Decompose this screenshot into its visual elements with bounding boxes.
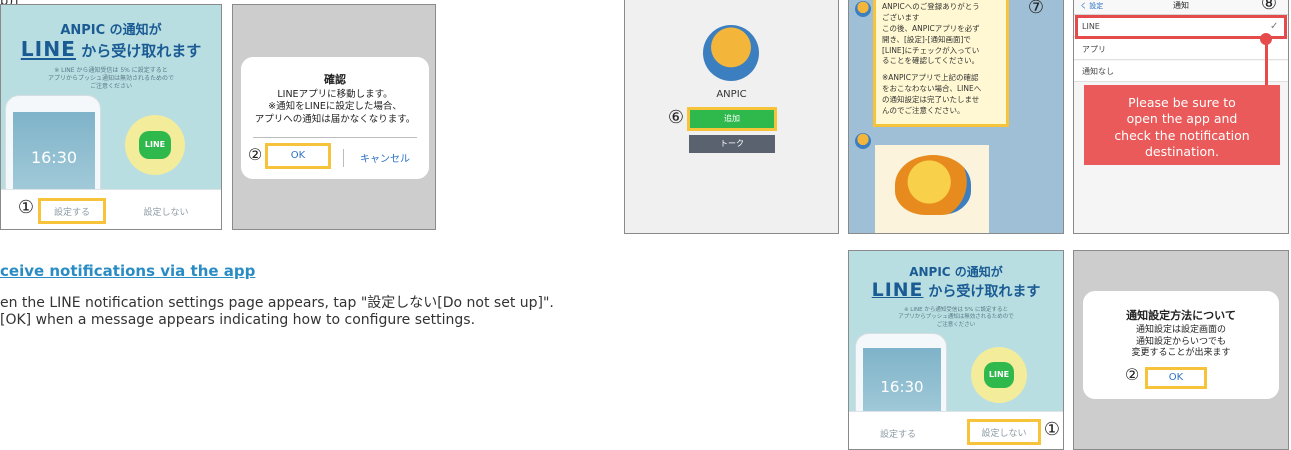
line-promo-screenshot: ANPIC の通知が LINE から受け取れます ※ LINE から通知受信は … <box>848 250 1064 450</box>
chat-line: をおこなわない場合、LINEへ <box>882 84 982 94</box>
no-setup-button-highlight[interactable]: 設定しない <box>967 419 1041 445</box>
settings-header: く 設定 通知 <box>1074 0 1288 15</box>
dialog-divider <box>253 137 417 138</box>
chat-line: この後、ANPICアプリを必ず <box>882 23 980 33</box>
settings-row-none-label: 通知なし <box>1082 67 1114 76</box>
section-line-2: [OK] when a message appears indicating h… <box>0 312 476 328</box>
cancel-button[interactable]: キャンセル <box>351 150 419 165</box>
promo-note-line: ご注意ください <box>936 321 976 328</box>
settings-row-app[interactable]: アプリ <box>1074 39 1288 60</box>
no-setup-button[interactable]: 設定しない <box>970 426 1038 439</box>
line-promo-screenshot: ANPIC の通知が LINE から受け取れます ※ LINE から通知受信は … <box>0 4 222 230</box>
mascot-helmet-shape <box>895 155 971 215</box>
chat-line: ございます <box>882 12 920 22</box>
promo-title-line: LINE <box>20 37 76 61</box>
talk-button[interactable]: トーク <box>689 135 775 153</box>
chat-avatar-icon <box>855 133 871 149</box>
settings-row-none[interactable]: 通知なし <box>1074 61 1288 82</box>
dialog-body-line: 通知設定からいつでも <box>1135 336 1226 347</box>
promo-note-line: アプリからプッシュ通知は無効されるためので <box>47 75 174 83</box>
clock-text: 16:30 <box>30 148 78 167</box>
promo-title-small: ANPIC の通知が <box>909 265 1003 279</box>
promo-title-rest: から受け取れます <box>923 284 1041 300</box>
promo-note: ※ LINE から通知受信は 5% に設定すると アプリからプッシュ通知は無効さ… <box>1 67 221 91</box>
dialog-body-line: 通知設定は設定画面の <box>1135 325 1226 335</box>
promo-title: LINE から受け取れます <box>1 37 221 61</box>
back-button[interactable]: く 設定 <box>1080 0 1103 15</box>
callout-pointer-line <box>1265 41 1268 85</box>
ok-button[interactable]: OK <box>1145 367 1207 389</box>
step-marker-1: ① <box>17 197 35 218</box>
add-button-highlight <box>687 107 777 131</box>
promo-note-line: ご注意ください <box>89 83 132 91</box>
dialog-body-line: ※通知をLINEに設定した場合、 <box>268 101 402 113</box>
setup-button[interactable]: 設定する <box>863 427 933 440</box>
dialog-button-divider <box>343 149 344 167</box>
chat-line: ANPICへのご登録ありがとう <box>882 2 980 11</box>
settings-info-dialog-screenshot: 通知設定方法について 通知設定は設定画面の 通知設定からいつでも 変更することが… <box>1073 250 1289 450</box>
confirm-dialog-screenshot: 確認 LINEアプリに移動します。 ※通知をLINEに設定した場合、 アプリへの… <box>232 4 436 230</box>
setup-button-highlight[interactable]: 設定する <box>38 198 106 224</box>
anpic-avatar <box>703 25 759 81</box>
profile-name: ANPIC <box>716 89 747 100</box>
dialog-body: LINEアプリに移動します。 ※通知をLINEに設定した場合、 アプリへの通知は… <box>241 89 429 126</box>
dialog-body: 通知設定は設定画面の 通知設定からいつでも 変更することが出来ます <box>1083 325 1279 360</box>
chat-message-bubble: ANPICへのご登録ありがとう ございます この後、ANPICアプリを必ず 開き… <box>873 0 1009 127</box>
chat-avatar-icon <box>855 1 871 17</box>
dialog-body-line: 変更することが出来ます <box>1131 348 1231 359</box>
chat-line: ることを確認してください。 <box>882 56 980 66</box>
chat-line: 開き、[設定]-[通知画面]で <box>882 34 971 44</box>
step-marker-1: ① <box>1043 419 1061 440</box>
dialog-title: 通知設定方法について <box>1126 309 1236 322</box>
settings-info-dialog: 通知設定方法について 通知設定は設定画面の 通知設定からいつでも 変更することが… <box>1083 291 1279 399</box>
callout-line: check the notification <box>1114 127 1250 143</box>
ok-button[interactable]: OK <box>265 143 331 169</box>
notification-settings-screenshot: く 設定 通知 ⑧ LINE ✓ アプリ 通知なし Please be sure… <box>1073 0 1289 234</box>
no-setup-button[interactable]: 設定しない <box>131 205 201 218</box>
promo-note: ※ LINE から通知受信は 5% に設定すると アプリからプッシュ通知は無効さ… <box>849 307 1063 329</box>
mascot-sticker-image <box>875 145 989 233</box>
step-marker-6: ⑥ <box>667 107 685 128</box>
dialog-title: 確認 <box>324 73 346 86</box>
promo-note-line: アプリからプッシュ通知は無効されるためので <box>898 314 1014 321</box>
promo-title: LINE から受け取れます <box>849 279 1063 301</box>
chat-line: の通知設定は完了いたしませ <box>882 95 980 104</box>
setup-button[interactable]: 設定する <box>41 205 103 218</box>
section-line-1: en the LINE notification settings page a… <box>0 295 554 311</box>
step-marker-2: ② <box>247 145 263 164</box>
dialog-body-line: アプリへの通知は届かなくなります。 <box>254 113 416 125</box>
settings-title: 通知 <box>1173 1 1189 10</box>
promo-title-line: LINE <box>871 279 924 301</box>
line-chat-screenshot: ANPICへのご登録ありがとう ございます この後、ANPICアプリを必ず 開き… <box>848 0 1064 234</box>
dialog-body-line: LINEアプリに移動します。 <box>277 89 393 100</box>
line-logo-icon: LINE <box>139 131 171 159</box>
section-heading-link[interactable]: ceive notifications via the app <box>0 262 255 280</box>
settings-row-app-label: アプリ <box>1082 45 1106 54</box>
line-row-highlight <box>1075 15 1287 39</box>
check-destination-callout: Please be sure to open the app and check… <box>1084 85 1280 165</box>
chat-line: んのでご注意ください。 <box>882 105 965 115</box>
line-profile-screenshot: ANPIC 追加 トーク ⑥ <box>624 0 839 234</box>
speech-bubble-icon: LINE <box>125 115 185 175</box>
clock-text: 16:30 <box>880 378 924 396</box>
promo-title-small: ANPIC の通知が <box>60 23 162 38</box>
callout-line: destination. <box>1144 143 1219 159</box>
step-marker-7: ⑦ <box>1027 0 1045 18</box>
confirm-dialog: 確認 LINEアプリに移動します。 ※通知をLINEに設定した場合、 アプリへの… <box>241 57 429 179</box>
line-logo-icon: LINE <box>984 362 1014 388</box>
promo-note-line: ※ LINE から通知受信は 5% に設定すると <box>54 67 168 74</box>
step-marker-2: ② <box>1124 365 1140 384</box>
speech-bubble-icon: LINE <box>971 347 1027 403</box>
step-marker-8: ⑧ <box>1260 0 1278 14</box>
callout-line: Please be sure to <box>1128 95 1236 110</box>
callout-line: open the app and <box>1126 111 1238 127</box>
chat-line: [LINE]にチェックが入ってい <box>882 45 980 55</box>
promo-title-rest: から受け取れます <box>75 42 202 60</box>
chat-line: ※ANPICアプリで上記の確認 <box>882 73 979 83</box>
